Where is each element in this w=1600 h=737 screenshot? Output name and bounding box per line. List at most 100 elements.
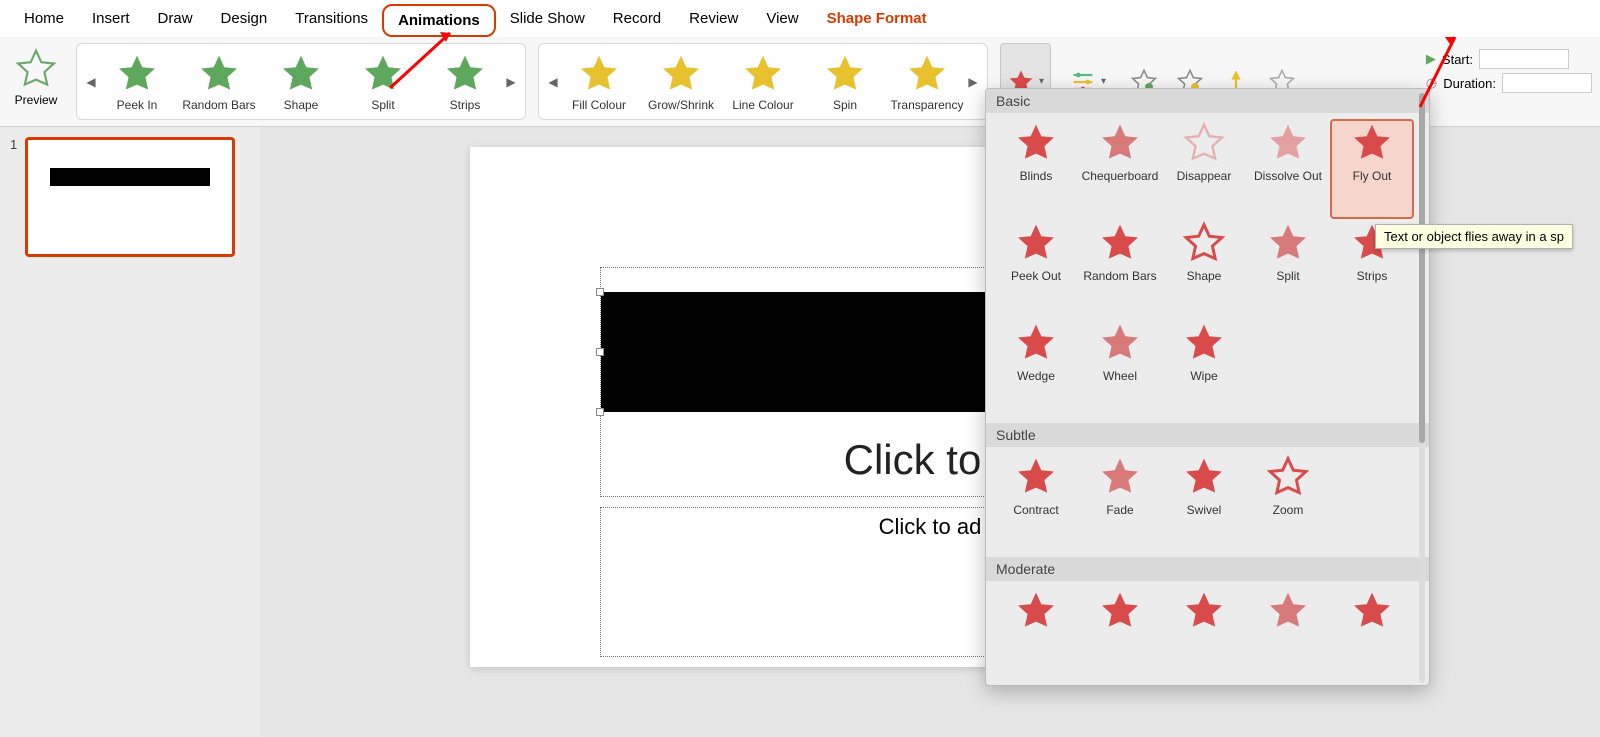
moderate-grid (986, 581, 1429, 671)
exit-disappear[interactable]: Disappear (1162, 119, 1246, 219)
star-icon (1014, 589, 1058, 633)
start-label: Start: (1442, 52, 1473, 67)
tab-slideshow[interactable]: Slide Show (496, 4, 599, 37)
anim-shape[interactable]: Shape (263, 52, 339, 112)
anim-grow-shrink[interactable]: Grow/Shrink (643, 52, 719, 112)
tab-insert[interactable]: Insert (78, 4, 144, 37)
resize-handle[interactable] (596, 408, 604, 416)
tab-animations[interactable]: Animations (382, 4, 496, 37)
star-icon (1098, 221, 1142, 265)
tab-draw[interactable]: Draw (144, 4, 207, 37)
popover-scrollbar[interactable] (1415, 93, 1429, 683)
tab-view[interactable]: View (752, 4, 812, 37)
emphasis-gallery-group: ◀ Fill Colour Grow/Shrink Line Colour Sp… (538, 43, 988, 120)
exit-animations-popover: Basic Blinds Chequerboard Disappear Diss… (985, 88, 1430, 686)
star-icon (1098, 321, 1142, 365)
exit-dissolve-out[interactable]: Dissolve Out (1246, 119, 1330, 219)
exit-fly-out[interactable]: Fly Out (1330, 119, 1414, 219)
star-icon (1182, 455, 1226, 499)
star-icon (1098, 121, 1142, 165)
exit-contract[interactable]: Contract (994, 453, 1078, 553)
scrollbar-thumb[interactable] (1419, 93, 1425, 443)
exit-wipe[interactable]: Wipe (1162, 319, 1246, 419)
star-icon (1266, 121, 1310, 165)
entrance-gallery-group: ◀ Peek In Random Bars Shape Split Strips… (76, 43, 526, 120)
duration-input[interactable] (1502, 73, 1592, 93)
section-subtle-header: Subtle (986, 423, 1429, 447)
section-basic-header: Basic (986, 89, 1429, 113)
star-icon (1350, 121, 1394, 165)
exit-moderate-1[interactable] (994, 587, 1078, 667)
thumb-black-bar (50, 168, 210, 186)
exit-random-bars[interactable]: Random Bars (1078, 219, 1162, 319)
star-icon (1182, 589, 1226, 633)
star-icon (1014, 121, 1058, 165)
slide-thumbnails-panel: 1 (0, 127, 260, 737)
star-icon (1014, 221, 1058, 265)
exit-blinds[interactable]: Blinds (994, 119, 1078, 219)
exit-moderate-2[interactable] (1078, 587, 1162, 667)
tab-shape-format[interactable]: Shape Format (813, 4, 941, 37)
thumb-index: 1 (10, 137, 17, 257)
anim-fill-colour[interactable]: Fill Colour (561, 52, 637, 112)
exit-moderate-5[interactable] (1330, 587, 1414, 667)
chevron-down-icon: ▾ (1039, 76, 1044, 87)
anim-spin[interactable]: Spin (807, 52, 883, 112)
exit-shape[interactable]: Shape (1162, 219, 1246, 319)
play-icon: ▶ (1426, 51, 1436, 67)
anim-peek-in[interactable]: Peek In (99, 52, 175, 112)
exit-split[interactable]: Split (1246, 219, 1330, 319)
exit-chequerboard[interactable]: Chequerboard (1078, 119, 1162, 219)
star-icon (1098, 455, 1142, 499)
exit-wedge[interactable]: Wedge (994, 319, 1078, 419)
star-icon (1266, 589, 1310, 633)
exit-swivel[interactable]: Swivel (1162, 453, 1246, 553)
fly-out-tooltip: Text or object flies away in a sp (1375, 224, 1573, 249)
star-icon (905, 52, 949, 96)
start-input[interactable] (1479, 49, 1569, 69)
tab-record[interactable]: Record (599, 4, 675, 37)
star-icon (823, 52, 867, 96)
anim-transparency[interactable]: Transparency (889, 52, 965, 112)
exit-wheel[interactable]: Wheel (1078, 319, 1162, 419)
preview-button[interactable]: Preview (8, 43, 64, 120)
resize-handle[interactable] (596, 348, 604, 356)
star-icon (1266, 221, 1310, 265)
anim-random-bars[interactable]: Random Bars (181, 52, 257, 112)
anim-strips[interactable]: Strips (427, 52, 503, 112)
exit-moderate-3[interactable] (1162, 587, 1246, 667)
ribbon-tabs: Home Insert Draw Design Transitions Anim… (0, 0, 1600, 37)
exit-zoom[interactable]: Zoom (1246, 453, 1330, 553)
subtitle-text: Click to ad (879, 514, 982, 539)
gallery-prev-2[interactable]: ◀ (545, 47, 561, 117)
star-icon (279, 52, 323, 96)
gallery-next-2[interactable]: ▶ (965, 47, 981, 117)
preview-label: Preview (15, 93, 58, 107)
exit-moderate-4[interactable] (1246, 587, 1330, 667)
exit-peek-out[interactable]: Peek Out (994, 219, 1078, 319)
gallery-next[interactable]: ▶ (503, 47, 519, 117)
anim-split[interactable]: Split (345, 52, 421, 112)
star-icon (197, 52, 241, 96)
star-icon (1350, 589, 1394, 633)
resize-handle[interactable] (596, 288, 604, 296)
gallery-prev[interactable]: ◀ (83, 47, 99, 117)
anim-line-colour[interactable]: Line Colour (725, 52, 801, 112)
exit-fade[interactable]: Fade (1078, 453, 1162, 553)
tab-home[interactable]: Home (10, 4, 78, 37)
star-icon (115, 52, 159, 96)
emphasis-gallery: Fill Colour Grow/Shrink Line Colour Spin… (561, 52, 965, 112)
section-moderate-header: Moderate (986, 557, 1429, 581)
chevron-down-icon: ▾ (1101, 76, 1106, 87)
star-icon (443, 52, 487, 96)
slide-thumbnail-1[interactable] (25, 137, 235, 257)
tab-review[interactable]: Review (675, 4, 752, 37)
star-icon (577, 52, 621, 96)
star-icon (1098, 589, 1142, 633)
star-icon (1014, 321, 1058, 365)
tab-design[interactable]: Design (207, 4, 282, 37)
star-icon (1182, 321, 1226, 365)
star-icon (1014, 455, 1058, 499)
star-icon (1182, 121, 1226, 165)
tab-transitions[interactable]: Transitions (281, 4, 382, 37)
